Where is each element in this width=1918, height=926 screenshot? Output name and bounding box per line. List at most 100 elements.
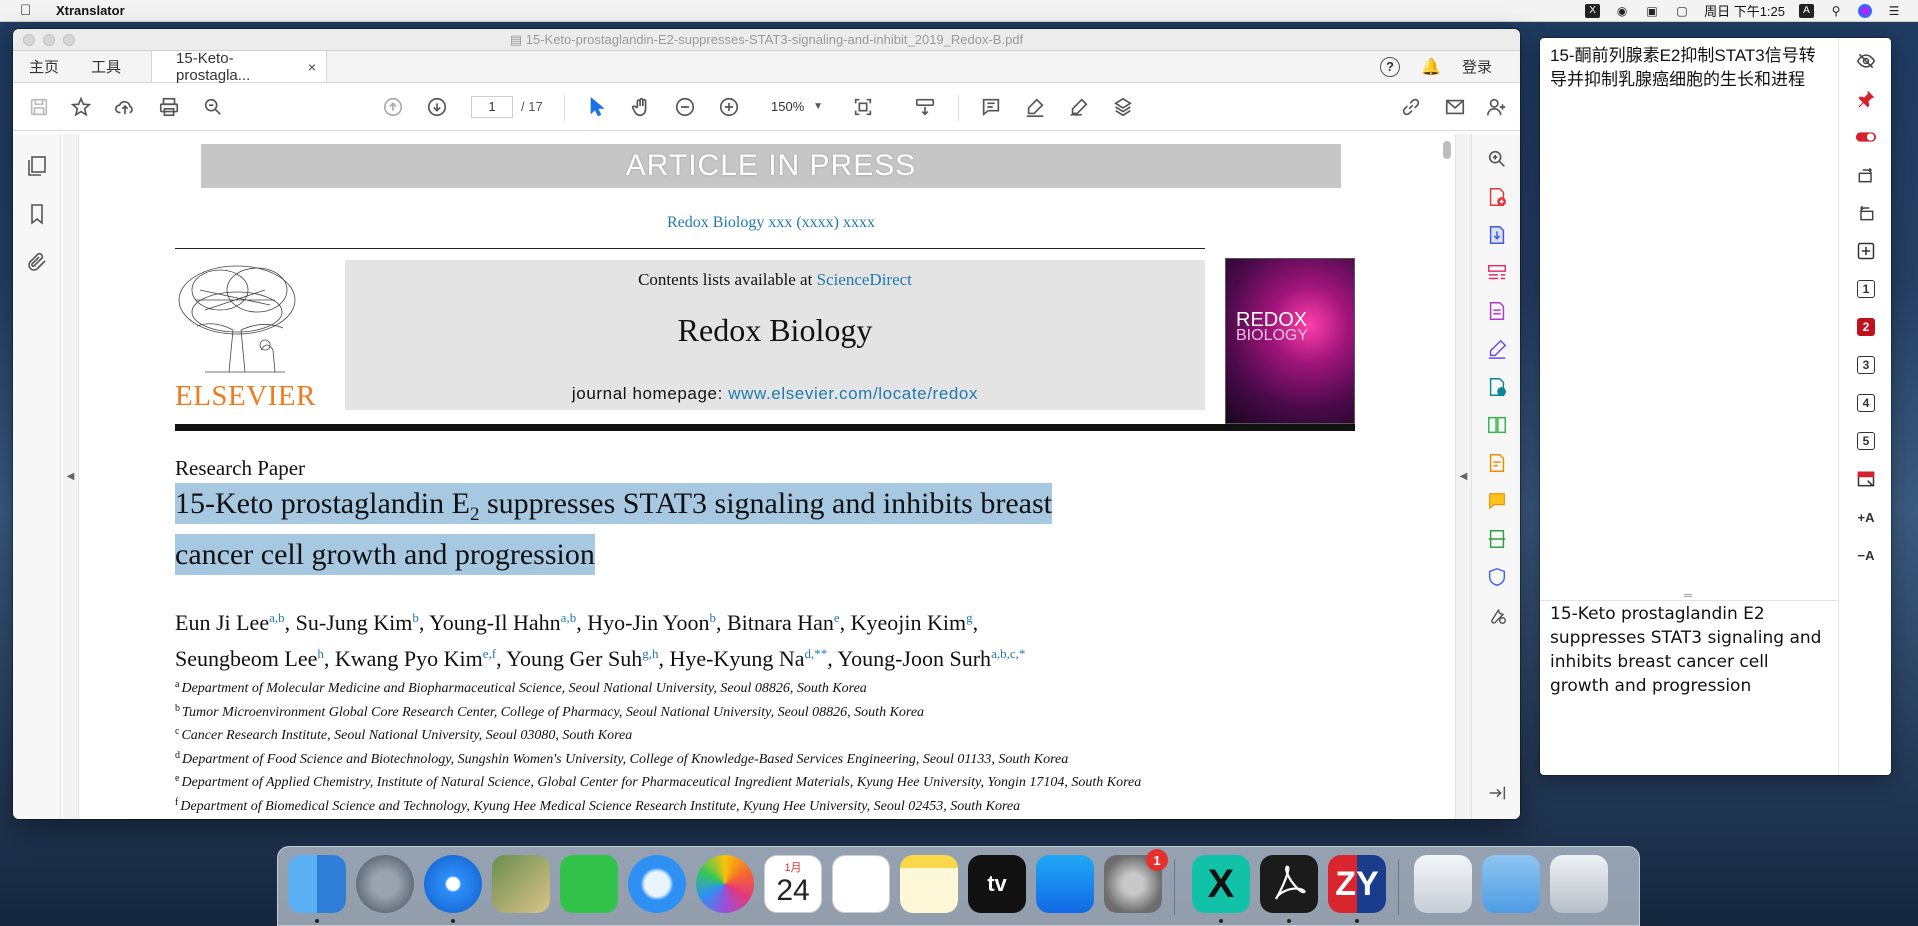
photos-icon[interactable]	[696, 855, 754, 913]
save-icon[interactable]	[25, 93, 53, 121]
bell-icon[interactable]: 🔔	[1421, 58, 1441, 76]
zoom-level-select[interactable]: 150% ▼	[753, 96, 831, 118]
input-method-icon[interactable]: A	[1799, 3, 1814, 18]
screenshot-translate-icon[interactable]	[1853, 466, 1879, 492]
edit-pdf-icon[interactable]	[1484, 298, 1510, 324]
page-fit-icon[interactable]	[849, 93, 877, 121]
author-affiliation-marks[interactable]: g,h	[642, 646, 658, 661]
stamp-icon[interactable]	[1109, 93, 1137, 121]
window-titlebar[interactable]: ▤ 15-Keto-prostaglandin-E2-suppresses-ST…	[13, 29, 1520, 51]
slot-3-button[interactable]: 3	[1853, 352, 1879, 378]
screen-mirror-icon[interactable]: ▣	[1644, 4, 1660, 18]
pdf-page-view[interactable]: ARTICLE IN PRESS Redox Biology xxx (xxxx…	[79, 134, 1458, 819]
scroll-mode-icon[interactable]	[911, 93, 939, 121]
source-text[interactable]: 15-Keto prostaglandin E2 suppresses STAT…	[1550, 602, 1832, 698]
prepare-form-icon[interactable]	[1484, 450, 1510, 476]
spotlight-search-icon[interactable]: ⚲	[1828, 4, 1844, 18]
hide-eye-icon[interactable]	[1853, 48, 1879, 74]
preview-icon[interactable]	[492, 855, 550, 913]
notes-icon[interactable]	[900, 855, 958, 913]
panel-divider[interactable]	[1540, 600, 1838, 601]
author-affiliation-marks[interactable]: b	[412, 610, 419, 625]
xtranslator-status-icon[interactable]: X	[1585, 3, 1601, 18]
comment-tool-icon[interactable]	[1484, 488, 1510, 514]
trash-icon[interactable]	[1550, 855, 1608, 913]
collapse-right-panel-button[interactable]: ◀	[1455, 134, 1471, 819]
login-button[interactable]: 登录	[1462, 56, 1492, 77]
send-for-signature-icon[interactable]	[1484, 374, 1510, 400]
author-affiliation-marks[interactable]: h	[317, 646, 324, 661]
vertical-scrollbar[interactable]	[1441, 137, 1453, 817]
reminders-list-icon[interactable]	[832, 855, 890, 913]
zoom-search-icon[interactable]	[199, 93, 227, 121]
downloads-folder-icon[interactable]	[1482, 855, 1540, 913]
bookmark-icon[interactable]	[25, 202, 49, 226]
slot-5-button[interactable]: 5	[1853, 428, 1879, 454]
highlight-pen-icon[interactable]	[1021, 93, 1049, 121]
author-affiliation-marks[interactable]: a,b	[269, 610, 285, 625]
upload-cloud-icon[interactable]	[111, 93, 139, 121]
safari-compass-icon[interactable]	[424, 855, 482, 913]
system-preferences-gear-icon[interactable]: 1	[1104, 849, 1168, 913]
font-increase-button[interactable]: +A	[1853, 504, 1879, 530]
comment-icon[interactable]	[977, 93, 1005, 121]
app-menu[interactable]: Xtranslator	[56, 3, 125, 18]
messages-bubble-icon[interactable]	[628, 855, 686, 913]
previous-page-icon[interactable]	[379, 93, 407, 121]
author-affiliation-marks[interactable]: b	[709, 610, 716, 625]
hand-tool-icon[interactable]	[627, 93, 655, 121]
collapse-tools-pane-icon[interactable]	[1484, 780, 1510, 806]
fill-sign-icon[interactable]	[1484, 336, 1510, 362]
document-stack-icon[interactable]	[1414, 855, 1472, 913]
protect-shield-icon[interactable]	[1484, 564, 1510, 590]
email-icon[interactable]	[1441, 93, 1469, 121]
apple-icon[interactable]: 	[20, 2, 40, 19]
help-icon[interactable]: ?	[1379, 56, 1400, 77]
next-page-icon[interactable]	[423, 93, 451, 121]
author-affiliation-marks[interactable]: a,b,c,*	[991, 646, 1025, 661]
tab-tools[interactable]: 工具	[75, 51, 137, 82]
homepage-link[interactable]: www.elsevier.com/locate/redox	[728, 384, 978, 403]
zoom-out-icon[interactable]	[671, 93, 699, 121]
pin-icon[interactable]	[1853, 86, 1879, 112]
sync-status-icon[interactable]: ◉	[1614, 4, 1630, 18]
scan-ocr-icon[interactable]	[1484, 526, 1510, 552]
xtranslator-app-icon[interactable]: X	[1192, 855, 1250, 913]
launchpad-rocket-icon[interactable]	[356, 855, 414, 913]
split-drag-handle[interactable]: ═	[1680, 589, 1696, 601]
attachment-icon[interactable]	[25, 250, 49, 274]
rotate-copy-icon[interactable]	[1853, 162, 1879, 188]
siri-icon[interactable]	[1858, 3, 1872, 18]
app-store-icon[interactable]	[1036, 855, 1094, 913]
close-tab-icon[interactable]: ×	[308, 59, 316, 75]
author-affiliation-marks[interactable]: e	[834, 610, 840, 625]
search-zoom-icon[interactable]	[1484, 146, 1510, 172]
create-pdf-icon[interactable]	[1484, 184, 1510, 210]
journal-reference[interactable]: Redox Biology xxx (xxxx) xxxx	[79, 214, 1458, 232]
slot-2-button[interactable]: 2	[1853, 314, 1879, 340]
page-number-input[interactable]: 1	[471, 96, 513, 118]
display-icon[interactable]: ▢	[1674, 4, 1690, 18]
author-affiliation-marks[interactable]: e,f	[483, 646, 496, 661]
apple-tv-icon[interactable]: tv	[968, 855, 1026, 913]
selected-title-text[interactable]: 15-Keto prostaglandin E2 suppresses STAT…	[175, 483, 1052, 575]
font-decrease-button[interactable]: −A	[1853, 542, 1879, 568]
compare-files-icon[interactable]	[1484, 412, 1510, 438]
draw-icon[interactable]	[1065, 93, 1093, 121]
rotate-back-icon[interactable]	[1853, 200, 1879, 226]
facetime-camera-icon[interactable]	[560, 855, 618, 913]
author-affiliation-marks[interactable]: d,**	[804, 646, 827, 661]
collapse-left-panel-button[interactable]: ◀	[63, 134, 79, 819]
tab-home[interactable]: 主页	[13, 51, 75, 82]
slot-4-button[interactable]: 4	[1853, 390, 1879, 416]
clock[interactable]: 周日 下午1:25	[1704, 1, 1785, 20]
sciencedirect-link[interactable]: ScienceDirect	[817, 270, 912, 289]
auto-translate-toggle[interactable]	[1853, 124, 1879, 150]
acrobat-app-icon[interactable]	[1260, 855, 1318, 913]
zoom-in-icon[interactable]	[715, 93, 743, 121]
zotero-app-icon[interactable]: ZY	[1328, 855, 1386, 913]
notification-center-icon[interactable]: ☰	[1886, 4, 1902, 18]
add-user-icon[interactable]	[1483, 93, 1511, 121]
add-plus-icon[interactable]	[1853, 238, 1879, 264]
star-icon[interactable]	[67, 93, 95, 121]
